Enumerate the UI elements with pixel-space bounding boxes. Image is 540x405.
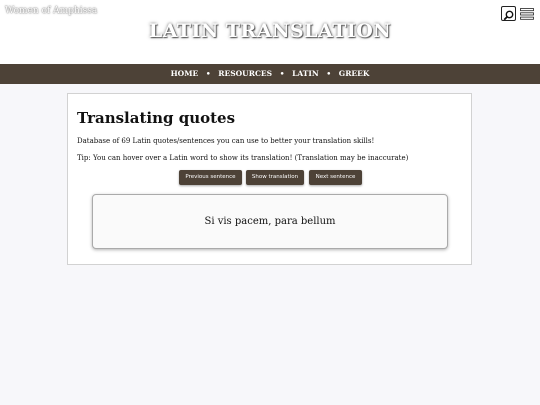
nav-resources[interactable]: RESOURCES [218,64,272,84]
content-card: Translating quotes Database of 69 Latin … [67,93,472,265]
site-header: Women of Amphissa LATIN TRANSLATION [0,0,540,64]
main-navigation: HOME • RESOURCES • LATIN • GREEK [0,64,540,84]
page-title: Translating quotes [77,109,236,127]
site-name[interactable]: Women of Amphissa [5,6,97,16]
menu-button[interactable] [520,6,534,20]
nav-separator: • [279,69,285,78]
nav-greek[interactable]: GREEK [339,64,370,84]
nav-latin[interactable]: LATIN [292,64,319,84]
latin-quote[interactable]: Si vis pacem, para bellum [204,216,335,227]
nav-separator: • [205,69,211,78]
previous-sentence-button[interactable]: Previous sentence [179,170,242,185]
page-banner-title: LATIN TRANSLATION [148,20,392,42]
tip-text: Tip: You can hover over a Latin word to … [77,154,409,162]
quote-box: Si vis pacem, para bellum [92,194,448,249]
nav-separator: • [326,69,332,78]
search-icon [503,10,514,21]
description-text: Database of 69 Latin quotes/sentences yo… [77,137,375,145]
next-sentence-button[interactable]: Next sentence [309,170,362,185]
show-translation-button[interactable]: Show translation [246,170,304,185]
search-button[interactable] [501,6,516,21]
hamburger-menu-icon [520,8,534,20]
nav-home[interactable]: HOME [171,64,199,84]
